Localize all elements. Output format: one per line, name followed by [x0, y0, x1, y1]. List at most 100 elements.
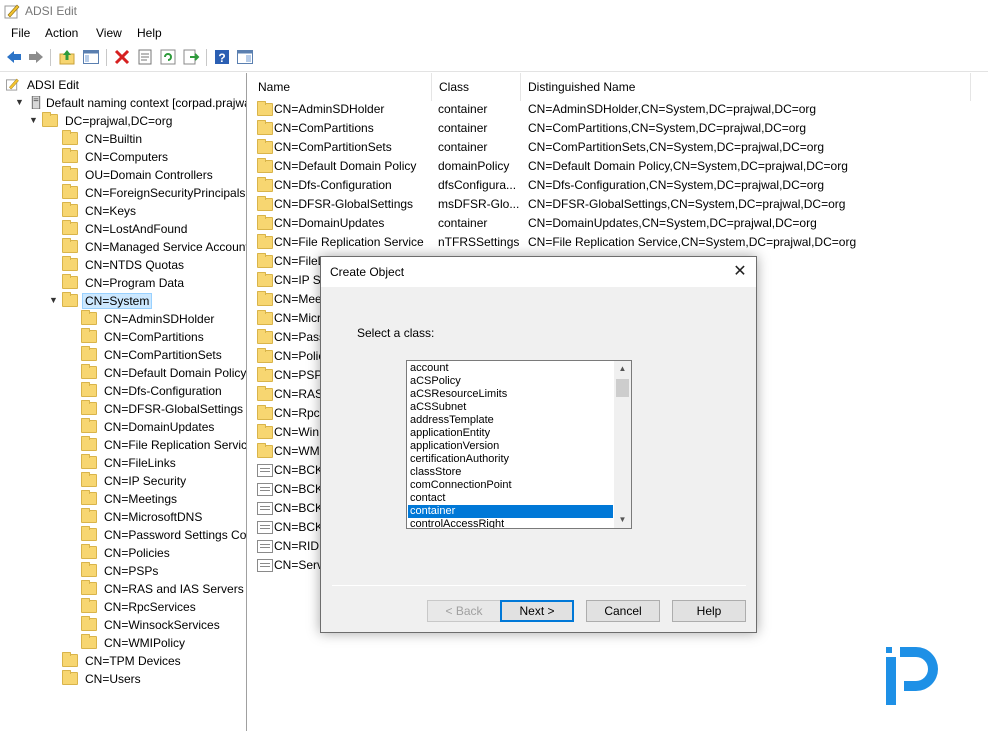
class-option[interactable]: addressTemplate: [408, 414, 613, 427]
menu-view[interactable]: View: [96, 26, 122, 40]
row-name: CN=ComPartitions: [274, 121, 374, 135]
console-tree-icon[interactable]: [236, 48, 254, 66]
row-distinguished-name: CN=DomainUpdates,CN=System,DC=prajwal,DC…: [528, 216, 817, 230]
folder-icon: [257, 386, 273, 401]
column-header-name[interactable]: Name: [251, 73, 432, 101]
row-class: container: [438, 140, 488, 154]
row-name: CN=DFSR-GlobalSettings: [274, 197, 414, 211]
tree-item-label: CN=IP Security: [104, 474, 187, 488]
tree-item-label: CN=Dfs-Configuration: [104, 384, 222, 398]
list-row[interactable]: CN=ComPartitions container CN=ComPartition…: [251, 119, 988, 138]
folder-icon: [81, 454, 97, 469]
expanded-chevron-icon[interactable]: ▼: [49, 295, 58, 305]
folder-icon: [257, 348, 273, 363]
list-row[interactable]: CN=ComPartitionSets container CN=ComPartit…: [251, 138, 988, 157]
folder-icon: [257, 272, 273, 287]
class-option[interactable]: contact: [408, 492, 613, 505]
column-header-class[interactable]: Class: [432, 73, 521, 101]
next-button[interactable]: Next >: [500, 600, 574, 622]
console-tree: ADSI Edit ▼ Default naming context [corp…: [0, 73, 247, 731]
folder-icon: [257, 329, 273, 344]
refresh-icon[interactable]: [159, 48, 177, 66]
expanded-chevron-icon[interactable]: ▼: [29, 115, 38, 125]
class-listbox-scrollbar[interactable]: ▲ ▼: [614, 361, 631, 528]
secret-object-icon: [257, 540, 273, 553]
scroll-down-icon[interactable]: ▼: [614, 512, 631, 528]
tree-item-label: CN=TPM Devices: [85, 654, 181, 668]
class-option[interactable]: classStore: [408, 466, 613, 479]
delete-icon[interactable]: [113, 48, 131, 66]
list-row[interactable]: CN=AdminSDHolder container CN=AdminSDHolde…: [251, 100, 988, 119]
folder-icon: [62, 220, 78, 235]
class-option[interactable]: controlAccessRight: [408, 518, 613, 528]
tree-item-label: CN=Policies: [104, 546, 170, 560]
class-option[interactable]: container: [408, 505, 613, 518]
up-folder-icon[interactable]: [58, 48, 76, 66]
tree-domain-label: DC=prajwal,DC=org: [65, 114, 173, 128]
show-hide-tree-icon[interactable]: [82, 48, 100, 66]
properties-icon[interactable]: [136, 48, 154, 66]
expanded-chevron-icon[interactable]: ▼: [15, 97, 24, 107]
class-listbox[interactable]: account aCSPolicy aCSResourceLimits aCSSubn…: [406, 360, 632, 529]
class-option[interactable]: aCSResourceLimits: [408, 388, 613, 401]
folder-icon: [62, 184, 78, 199]
class-option[interactable]: applicationEntity: [408, 427, 613, 440]
menu-action[interactable]: Action: [45, 26, 78, 40]
folder-icon: [81, 616, 97, 631]
back-arrow-icon[interactable]: [5, 48, 23, 66]
tree-item-label: CN=Password Settings Container: [104, 528, 247, 542]
folder-icon: [81, 562, 97, 577]
secret-object-icon: [257, 502, 273, 515]
back-button[interactable]: < Back: [427, 600, 501, 622]
tree-item-label: CN=DFSR-GlobalSettings: [104, 402, 244, 416]
help-button[interactable]: Help: [672, 600, 746, 622]
tree-item-label: CN=WMIPolicy: [104, 636, 186, 650]
menu-help[interactable]: Help: [137, 26, 162, 40]
close-icon[interactable]: ✕: [730, 262, 750, 282]
class-option[interactable]: applicationVersion: [408, 440, 613, 453]
scroll-thumb[interactable]: [616, 379, 629, 397]
list-row[interactable]: CN=Default Domain Policy domainPolicy CN=D…: [251, 157, 988, 176]
row-class: domainPolicy: [438, 159, 510, 173]
help-icon[interactable]: ?: [213, 48, 231, 66]
tree-item-label: CN=FileLinks: [104, 456, 176, 470]
toolbar-separator: [106, 49, 107, 66]
export-list-icon[interactable]: [182, 48, 200, 66]
class-option[interactable]: account: [408, 362, 613, 375]
row-distinguished-name: CN=ComPartitionSets,CN=System,DC=prajwal…: [528, 140, 825, 154]
toolbar: ?: [0, 44, 988, 72]
cancel-button[interactable]: Cancel: [586, 600, 660, 622]
row-class: nTFRSSettings: [438, 235, 520, 249]
list-row[interactable]: CN=DFSR-GlobalSettings msDFSR-Glo... CN=DF…: [251, 195, 988, 214]
row-name: CN=Dfs-Configuration: [274, 178, 392, 192]
folder-icon: [81, 418, 97, 433]
list-row[interactable]: CN=DomainUpdates container CN=DomainUpdate…: [251, 214, 988, 233]
folder-icon: [81, 436, 97, 451]
tree-item-label: CN=System: [81, 293, 153, 309]
folder-icon: [257, 158, 273, 173]
secret-object-icon: [257, 559, 273, 572]
folder-icon: [81, 580, 97, 595]
class-option[interactable]: comConnectionPoint: [408, 479, 613, 492]
menu-bar: File Action View Help: [0, 22, 988, 44]
scroll-up-icon[interactable]: ▲: [614, 361, 631, 377]
class-option[interactable]: aCSPolicy: [408, 375, 613, 388]
folder-icon: [257, 177, 273, 192]
tree-item-label: CN=PSPs: [104, 564, 159, 578]
tree-item-label: CN=WinsockServices: [104, 618, 220, 632]
list-row[interactable]: CN=Dfs-Configuration dfsConfigura... CN=Df…: [251, 176, 988, 195]
row-name: CN=ComPartitionSets: [274, 140, 392, 154]
class-option[interactable]: certificationAuthority: [408, 453, 613, 466]
folder-icon: [81, 382, 97, 397]
select-class-label: Select a class:: [357, 326, 435, 340]
class-option[interactable]: aCSSubnet: [408, 401, 613, 414]
folder-icon: [81, 526, 97, 541]
column-header-distinguished-name[interactable]: Distinguished Name: [521, 73, 971, 101]
forward-arrow-icon[interactable]: [27, 48, 45, 66]
tree-item-label: CN=Managed Service Accounts: [85, 240, 247, 254]
list-row[interactable]: CN=File Replication Service nTFRSSettings…: [251, 233, 988, 252]
tree-naming-context-label: Default naming context [corpad.prajwal.o…: [46, 96, 246, 110]
secret-object-icon: [257, 464, 273, 477]
folder-icon: [257, 234, 273, 249]
menu-file[interactable]: File: [11, 26, 30, 40]
